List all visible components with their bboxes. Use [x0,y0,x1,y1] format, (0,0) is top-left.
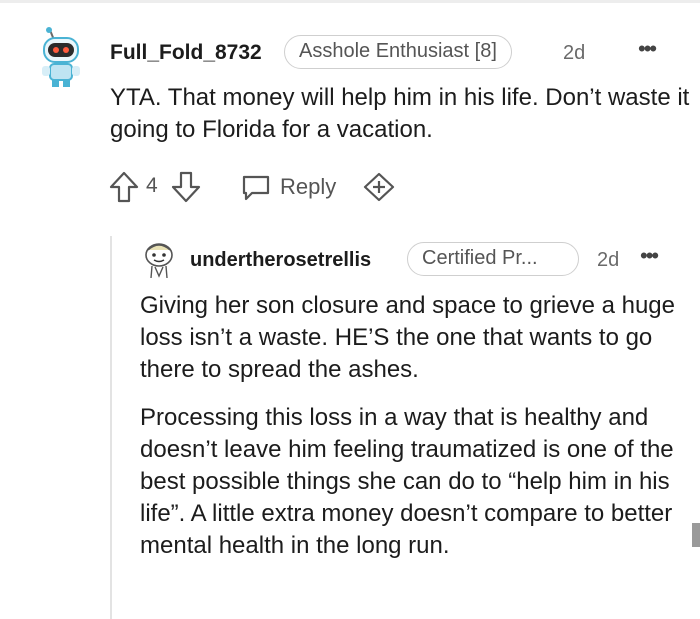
reply-label: Reply [280,174,337,199]
username[interactable]: Full_Fold_8732 [110,40,262,66]
award-button[interactable] [362,171,396,203]
timestamp[interactable]: 2d [563,40,585,66]
user-flair: Asshole Enthusiast [8] [284,35,512,69]
scrollbar-thumb[interactable] [692,523,700,547]
more-options-icon[interactable]: ••• [638,36,657,62]
upvote-icon [109,171,139,203]
username[interactable]: undertherosetrellis [190,248,371,272]
avatar[interactable] [142,240,176,280]
timestamp[interactable]: 2d [597,247,619,273]
avatar[interactable] [36,26,88,88]
snoo-avatar-icon [145,243,173,279]
reply-paragraph: Processing this loss in a way that is he… [140,404,674,559]
downvote-button[interactable] [170,170,202,204]
user-flair: Certified Pr... [407,242,579,276]
downvote-icon [171,171,201,203]
award-icon [363,172,395,202]
reply-paragraph: Giving her son closure and space to grie… [140,292,675,383]
thread-line[interactable] [110,236,112,619]
more-options-icon[interactable]: ••• [640,243,659,269]
reply-body: Giving her son closure and space to grie… [140,290,690,578]
comment-bubble-icon [242,175,270,201]
robot-avatar-icon [42,27,80,87]
reply-button[interactable]: Reply [240,172,336,202]
comment-body: YTA. That money will help him in his lif… [110,84,690,143]
top-divider [0,0,700,3]
vote-count: 4 [146,174,158,197]
upvote-button[interactable] [108,170,140,204]
